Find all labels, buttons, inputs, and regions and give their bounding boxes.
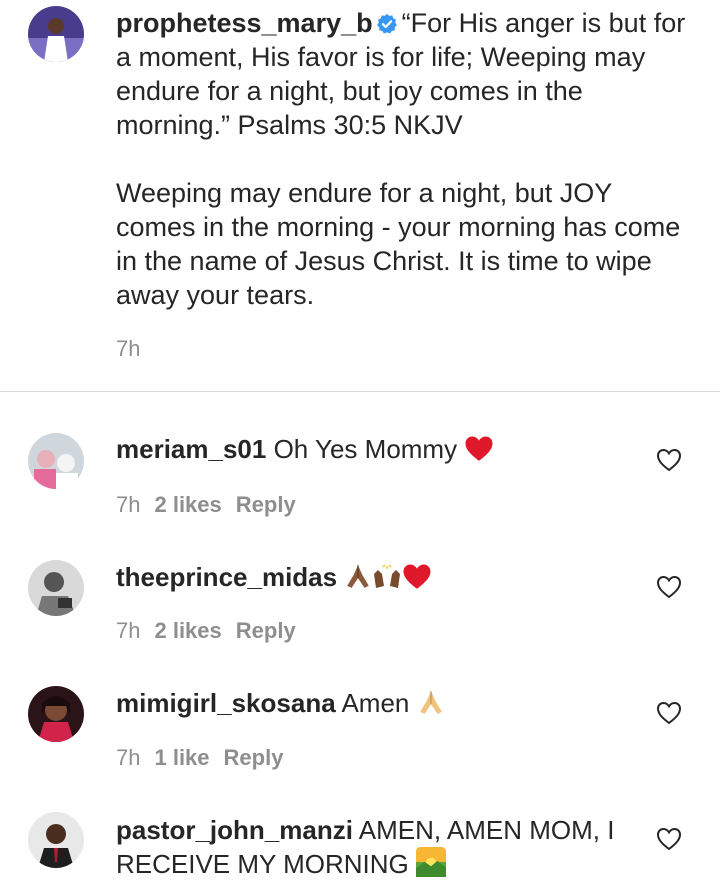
like-heart-icon[interactable] xyxy=(656,448,682,472)
comment-username[interactable]: theeprince_midas xyxy=(116,562,337,592)
reply-button[interactable]: Reply xyxy=(236,618,296,643)
red-heart-icon xyxy=(402,563,432,598)
comment-timestamp: 7h xyxy=(116,618,141,643)
praying-hands-icon xyxy=(417,688,445,724)
comment-timestamp: 7h xyxy=(116,492,141,517)
divider xyxy=(0,391,720,392)
comment-text: Oh Yes Mommy xyxy=(273,434,458,464)
reply-button[interactable]: Reply xyxy=(236,492,296,517)
comment-username[interactable]: mimigirl_skosana xyxy=(116,688,336,718)
comment-likes[interactable]: 2 likes xyxy=(154,618,221,643)
comment-meta: 7h 1 like Reply xyxy=(116,745,283,771)
comment-3: mimigirl_skosana Amen xyxy=(116,686,636,724)
comment-likes[interactable]: 2 likes xyxy=(154,492,221,517)
caption-paragraph-1: prophetess_mary_b “For His anger is but f… xyxy=(116,6,696,142)
raising-hands-icon xyxy=(372,564,402,598)
post-author-avatar[interactable] xyxy=(28,6,84,62)
comment-avatar[interactable] xyxy=(28,560,84,616)
comment-2: theeprince_midas xyxy=(116,560,636,598)
comment-timestamp: 7h xyxy=(116,745,141,770)
post-caption: prophetess_mary_b “For His anger is but f… xyxy=(116,6,696,312)
comment-text: Amen xyxy=(341,688,410,718)
comment-meta: 7h 2 likes Reply xyxy=(116,618,296,644)
sunrise-icon xyxy=(416,847,447,885)
comment-likes[interactable]: 1 like xyxy=(154,745,209,770)
comment-meta: 7h 2 likes Reply xyxy=(116,492,296,518)
verified-badge-icon xyxy=(376,9,398,34)
like-heart-icon[interactable] xyxy=(656,701,682,725)
caption-paragraph-2: Weeping may endure for a night, but JOY … xyxy=(116,178,681,310)
like-heart-icon[interactable] xyxy=(656,575,682,599)
post-timestamp: 7h xyxy=(116,336,141,361)
comment-username[interactable]: pastor_john_manzi xyxy=(116,815,353,845)
like-heart-icon[interactable] xyxy=(656,827,682,851)
comment-username[interactable]: meriam_s01 xyxy=(116,434,266,464)
post-username[interactable]: prophetess_mary_b xyxy=(116,8,373,38)
red-heart-icon xyxy=(464,435,494,470)
comment-avatar[interactable] xyxy=(28,812,84,868)
praying-hands-icon xyxy=(344,562,372,598)
comment-1: meriam_s01 Oh Yes Mommy xyxy=(116,432,636,470)
reply-button[interactable]: Reply xyxy=(224,745,284,770)
comment-avatar[interactable] xyxy=(28,433,84,489)
comment-4: pastor_john_manzi AMEN, AMEN MOM, I RECE… xyxy=(116,813,636,885)
comment-avatar[interactable] xyxy=(28,686,84,742)
